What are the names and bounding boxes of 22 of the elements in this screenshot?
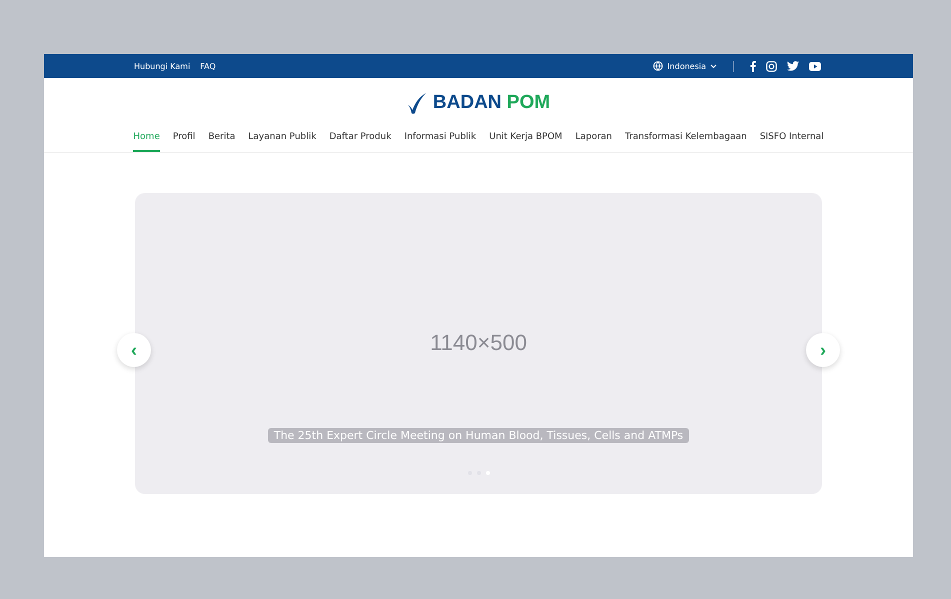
check-mark-logo-icon <box>406 92 427 114</box>
logo-text[interactable]: BADAN POM <box>432 92 550 114</box>
language-dropdown[interactable]: Indonesia <box>667 62 717 70</box>
nav-item[interactable]: Berita <box>208 128 236 152</box>
slide-caption: The 25th Expert Circle Meeting on Human Blood, Tissues, Cells and ATMPs <box>268 428 690 443</box>
youtube-icon[interactable] <box>809 62 821 70</box>
nav-item[interactable]: Profil <box>172 128 196 152</box>
nav-item[interactable]: SISFO Internal <box>760 128 824 152</box>
nav-item[interactable]: Transformasi Kelembagaan <box>625 128 747 152</box>
nav-item[interactable]: Informasi Publik <box>404 128 476 152</box>
top-link[interactable]: Hubungi Kami <box>134 62 190 70</box>
top-link[interactable]: FAQ <box>200 62 216 70</box>
instagram-icon[interactable] <box>766 60 777 72</box>
twitter-icon[interactable] <box>787 61 799 71</box>
nav-item[interactable]: Unit Kerja BPOM <box>489 128 562 152</box>
placeholder-text: 1140×500 <box>430 330 527 356</box>
nav-item[interactable]: Daftar Produk <box>329 128 392 152</box>
chevron-icon <box>710 64 717 68</box>
globe-icon <box>653 61 664 71</box>
nav-item[interactable]: Laporan <box>575 128 612 152</box>
facebook-icon[interactable] <box>750 60 756 72</box>
nav-item[interactable]: Layanan Publik <box>248 128 316 152</box>
